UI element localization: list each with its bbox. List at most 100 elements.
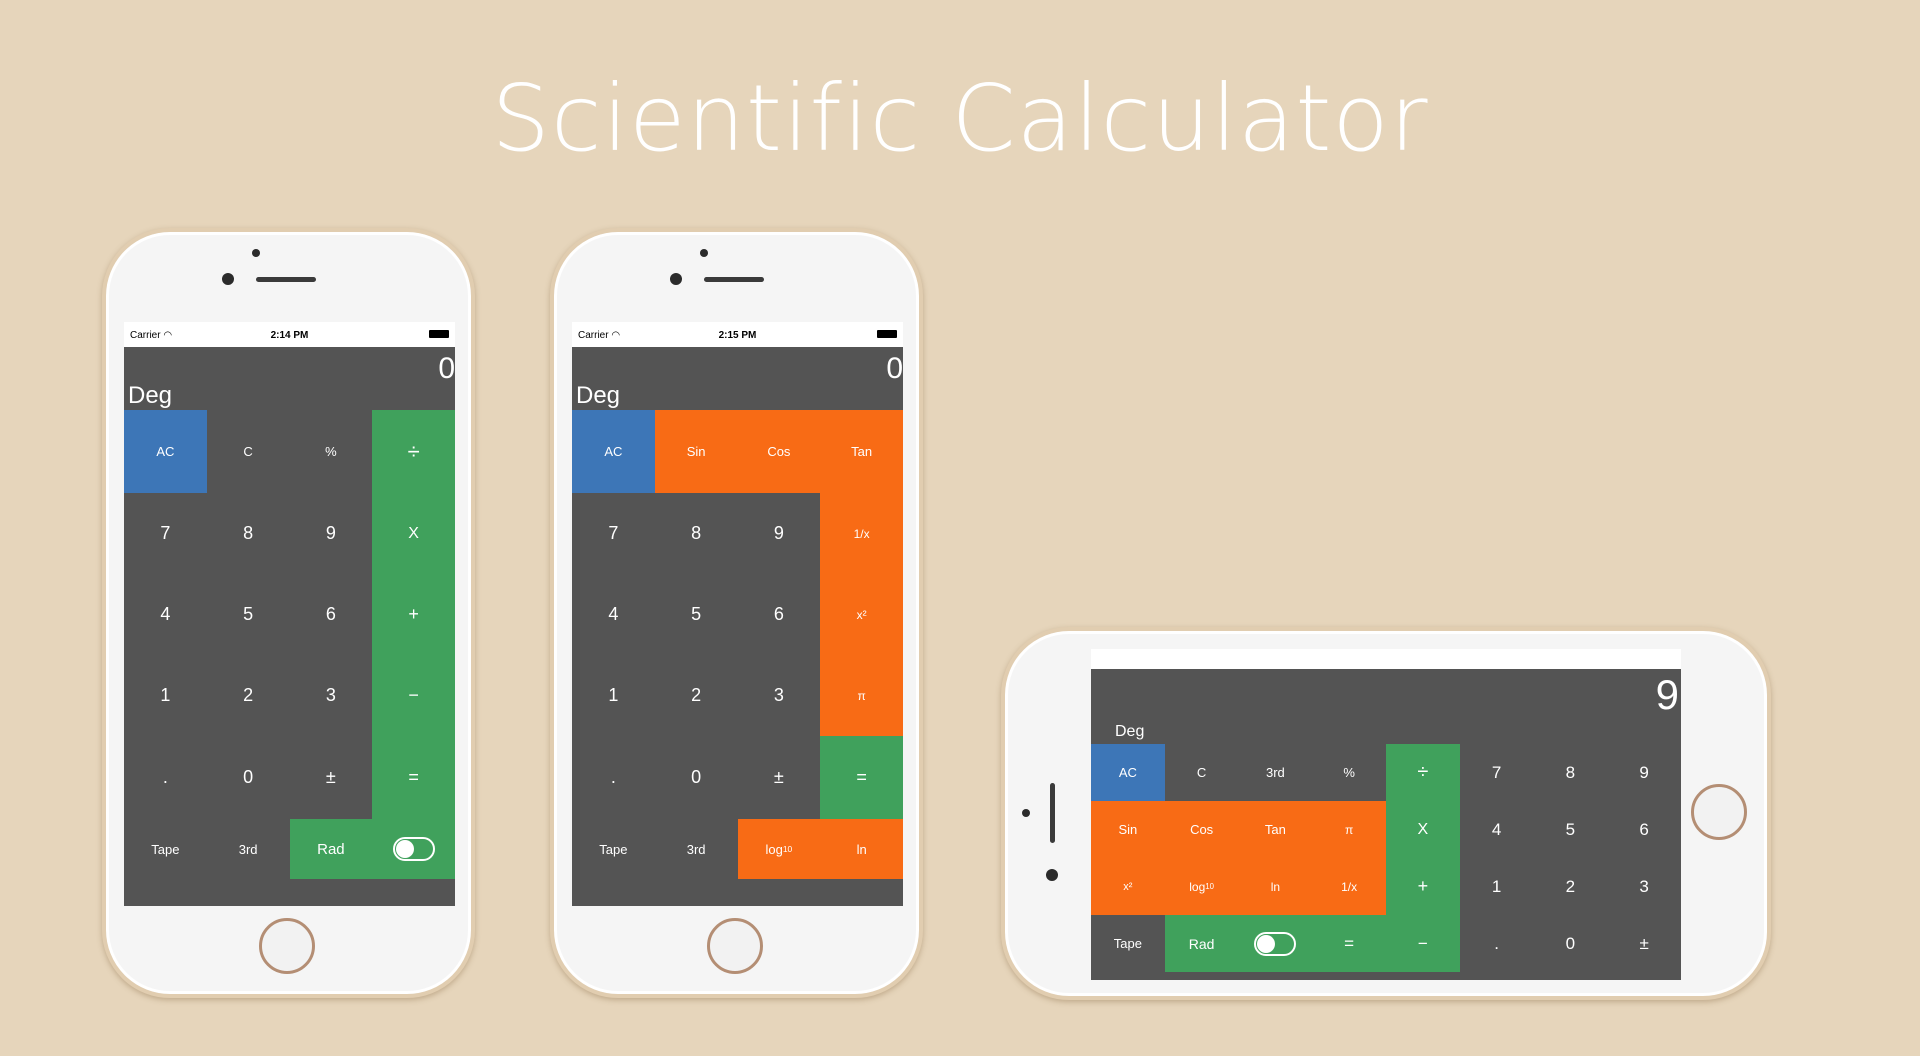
- decimal-key[interactable]: .: [1459, 915, 1534, 972]
- minus-key[interactable]: −: [372, 655, 455, 736]
- cos-key[interactable]: Cos: [737, 410, 821, 493]
- digit-1-key[interactable]: 1: [572, 655, 655, 736]
- digit-9-key[interactable]: 9: [737, 493, 821, 574]
- ln-key[interactable]: ln: [1238, 858, 1313, 915]
- decimal-key[interactable]: .: [572, 736, 655, 819]
- digit-5-key[interactable]: 5: [654, 574, 738, 655]
- sin-key[interactable]: Sin: [654, 410, 738, 493]
- home-button[interactable]: [1691, 784, 1747, 840]
- digit-7-key[interactable]: 7: [124, 493, 207, 574]
- sign-toggle-key[interactable]: ±: [289, 736, 373, 819]
- divide-key[interactable]: ÷: [372, 410, 455, 493]
- digit-2-key[interactable]: 2: [206, 655, 290, 736]
- tape-key[interactable]: Tape: [572, 819, 655, 879]
- digit-9-key[interactable]: 9: [289, 493, 373, 574]
- ac-key[interactable]: AC: [572, 410, 655, 493]
- sign-toggle-key[interactable]: ±: [1607, 915, 1681, 972]
- display-value: 9: [1655, 671, 1679, 718]
- multiply-key[interactable]: X: [372, 493, 455, 574]
- reciprocal-key[interactable]: 1/x: [820, 493, 903, 574]
- rad-toggle-cell: [372, 819, 455, 879]
- equals-key[interactable]: =: [820, 736, 903, 819]
- pi-key[interactable]: π: [1312, 801, 1386, 858]
- toggle-knob: [1257, 934, 1276, 953]
- digit-4-key[interactable]: 4: [124, 574, 207, 655]
- pi-key[interactable]: π: [820, 655, 903, 736]
- percent-key[interactable]: %: [1312, 744, 1386, 801]
- log-label: log: [765, 841, 783, 857]
- digit-3-key[interactable]: 3: [1607, 858, 1681, 915]
- percent-key[interactable]: %: [289, 410, 373, 493]
- screen: 9 Deg AC C 3rd % ÷ 7 8 9 Sin Cos Tan π X…: [1091, 649, 1681, 980]
- log10-key[interactable]: log 10: [1164, 858, 1239, 915]
- rad-toggle-switch[interactable]: [1254, 931, 1297, 956]
- tan-key[interactable]: Tan: [1238, 801, 1313, 858]
- sign-toggle-key[interactable]: ±: [737, 736, 821, 819]
- status-bar: Carrier ◠ 2:15 PM: [572, 322, 903, 347]
- digit-6-key[interactable]: 6: [1607, 801, 1681, 858]
- rad-toggle-switch[interactable]: [392, 837, 435, 861]
- digit-4-key[interactable]: 4: [572, 574, 655, 655]
- digit-3-key[interactable]: 3: [289, 655, 373, 736]
- toggle-knob: [395, 840, 414, 858]
- cos-key[interactable]: Cos: [1164, 801, 1239, 858]
- digit-6-key[interactable]: 6: [289, 574, 373, 655]
- clear-key[interactable]: C: [1164, 744, 1239, 801]
- plus-key[interactable]: +: [372, 574, 455, 655]
- digit-8-key[interactable]: 8: [654, 493, 738, 574]
- plus-key[interactable]: +: [1386, 858, 1460, 915]
- digit-3-key[interactable]: 3: [737, 655, 821, 736]
- clear-key[interactable]: C: [206, 410, 290, 493]
- digit-7-key[interactable]: 7: [572, 493, 655, 574]
- ac-key[interactable]: AC: [124, 410, 207, 493]
- reciprocal-key[interactable]: 1/x: [1312, 858, 1386, 915]
- rad-key[interactable]: Rad: [289, 819, 373, 879]
- equals-key[interactable]: =: [372, 736, 455, 819]
- digit-9-key[interactable]: 9: [1607, 744, 1681, 801]
- equals-key[interactable]: =: [1312, 915, 1386, 972]
- log-base: 10: [782, 844, 793, 854]
- third-key[interactable]: 3rd: [1238, 744, 1313, 801]
- tape-key[interactable]: Tape: [124, 819, 207, 879]
- third-key[interactable]: 3rd: [206, 819, 290, 879]
- ac-key[interactable]: AC: [1091, 744, 1165, 801]
- digit-5-key[interactable]: 5: [1533, 801, 1608, 858]
- rad-key[interactable]: Rad: [1164, 915, 1239, 972]
- speaker-grille: [1050, 783, 1055, 843]
- digit-4-key[interactable]: 4: [1459, 801, 1534, 858]
- multiply-key[interactable]: X: [1386, 801, 1460, 858]
- screen: Carrier ◠ 2:15 PM 0 Deg AC Sin Cos Tan 7…: [572, 322, 903, 906]
- digit-5-key[interactable]: 5: [206, 574, 290, 655]
- home-button[interactable]: [707, 918, 763, 974]
- digit-8-key[interactable]: 8: [1533, 744, 1608, 801]
- tape-key[interactable]: Tape: [1091, 915, 1165, 972]
- battery-icon: [877, 330, 897, 338]
- digit-0-key[interactable]: 0: [654, 736, 738, 819]
- display-value: 0: [438, 352, 455, 385]
- status-bar: Carrier ◠ 2:14 PM: [124, 322, 455, 347]
- digit-2-key[interactable]: 2: [654, 655, 738, 736]
- log-base: 10: [1205, 882, 1214, 891]
- log10-key[interactable]: log 10: [737, 819, 821, 879]
- home-button[interactable]: [259, 918, 315, 974]
- decimal-key[interactable]: .: [124, 736, 207, 819]
- divide-key[interactable]: ÷: [1386, 744, 1460, 801]
- digit-0-key[interactable]: 0: [1533, 915, 1608, 972]
- square-key[interactable]: x²: [1091, 858, 1165, 915]
- third-key[interactable]: 3rd: [654, 819, 738, 879]
- status-bar: [1091, 649, 1681, 669]
- digit-2-key[interactable]: 2: [1533, 858, 1608, 915]
- sin-key[interactable]: Sin: [1091, 801, 1165, 858]
- digit-8-key[interactable]: 8: [206, 493, 290, 574]
- digit-1-key[interactable]: 1: [1459, 858, 1534, 915]
- digit-1-key[interactable]: 1: [124, 655, 207, 736]
- minus-key[interactable]: −: [1386, 915, 1460, 972]
- display-value: 0: [886, 352, 903, 385]
- square-key[interactable]: x²: [820, 574, 903, 655]
- tan-key[interactable]: Tan: [820, 410, 903, 493]
- digit-7-key[interactable]: 7: [1459, 744, 1534, 801]
- keypad: AC C 3rd % ÷ 7 8 9 Sin Cos Tan π X 4 5 6…: [1091, 744, 1681, 972]
- ln-key[interactable]: ln: [820, 819, 903, 879]
- digit-0-key[interactable]: 0: [206, 736, 290, 819]
- digit-6-key[interactable]: 6: [737, 574, 821, 655]
